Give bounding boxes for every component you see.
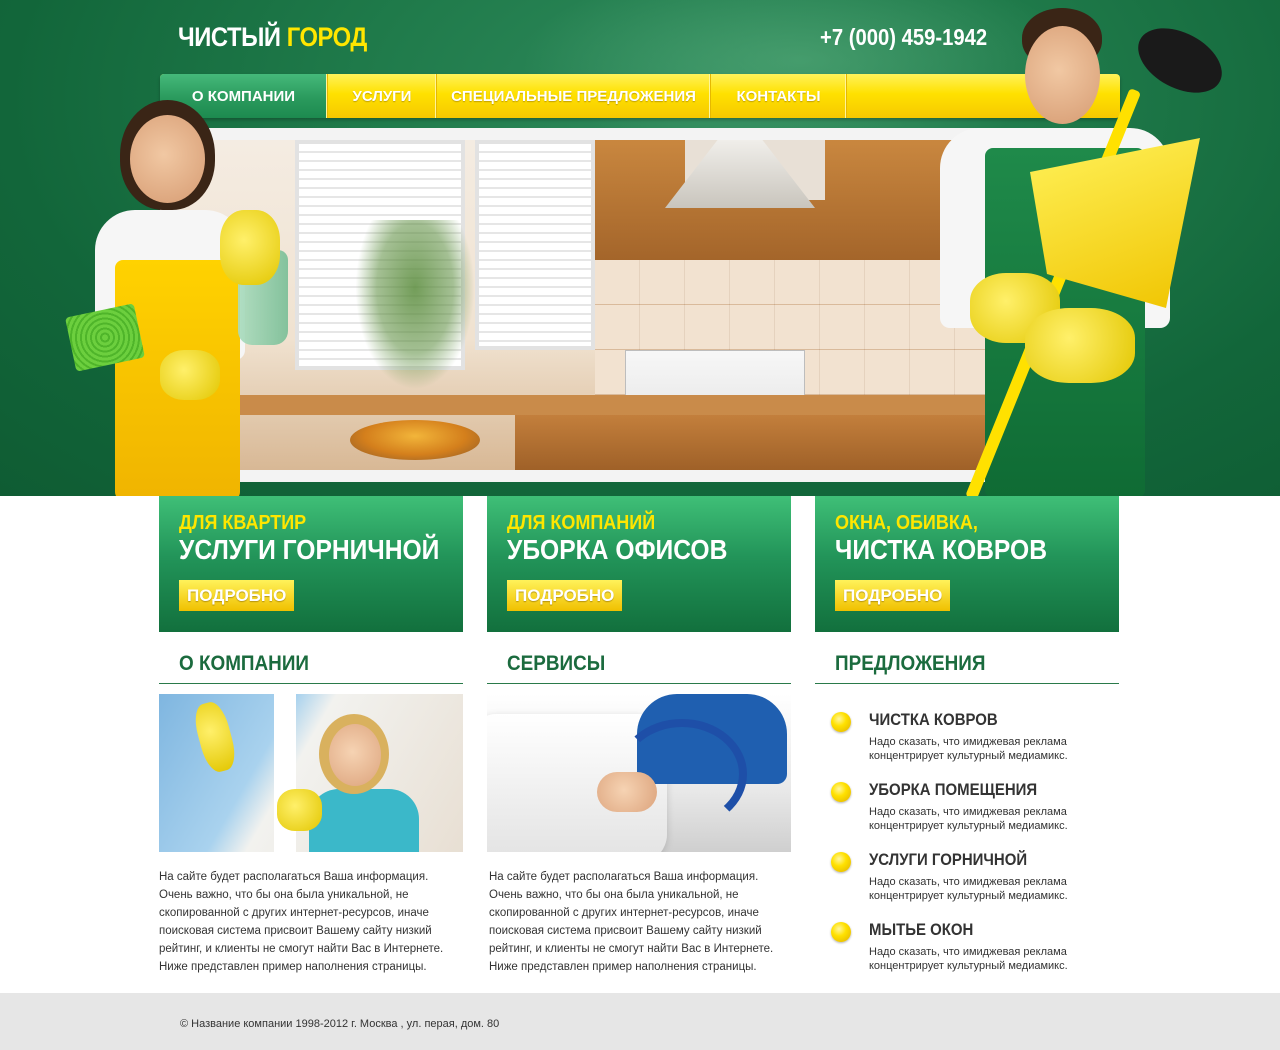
service-subtitle: ДЛЯ КВАРТИР <box>179 512 307 534</box>
service-title: УБОРКА ОФИСОВ <box>507 534 728 565</box>
bullet-icon <box>831 712 851 732</box>
bullet-icon <box>831 782 851 802</box>
service-subtitle: ДЛЯ КОМПАНИЙ <box>507 512 656 534</box>
footer: © Название компании 1998-2012 г. Москва … <box>0 993 1280 1050</box>
offer-item[interactable]: УБОРКА ПОМЕЩЕНИЯ Надо сказать, что имидж… <box>815 770 1119 840</box>
about-heading-text: О КОМПАНИИ <box>179 652 309 675</box>
site-logo[interactable]: ЧИСТЫЙ ГОРОД <box>178 22 367 53</box>
service-box-offices: ДЛЯ КОМПАНИЙ УБОРКА ОФИСОВ ПОДРОБНО <box>487 496 791 632</box>
offer-item[interactable]: УСЛУГИ ГОРНИЧНОЙ Надо сказать, что имидж… <box>815 840 1119 910</box>
more-button-offices[interactable]: ПОДРОБНО <box>507 580 623 611</box>
hero-header: ЧИСТЫЙ ГОРОД +7 (000) 459-1942 О КОМПАНИ… <box>0 0 1280 496</box>
fruit-bowl <box>350 420 480 460</box>
nav-item-services[interactable]: УСЛУГИ <box>328 74 437 118</box>
bullet-icon <box>831 922 851 942</box>
offers-heading: ПРЕДЛОЖЕНИЯ <box>815 652 1119 684</box>
nav-item-contacts[interactable]: КОНТАКТЫ <box>711 74 847 118</box>
offer-title[interactable]: УСЛУГИ ГОРНИЧНОЙ <box>869 850 1027 870</box>
bullet-icon <box>831 852 851 872</box>
service-title: УСЛУГИ ГОРНИЧНОЙ <box>179 534 440 565</box>
copyright-text: © Название компании 1998-2012 г. Москва … <box>180 1018 500 1030</box>
offer-text: Надо сказать, что имиджевая реклама конц… <box>869 736 1068 762</box>
offer-title[interactable]: ЧИСТКА КОВРОВ <box>869 710 998 730</box>
offer-title[interactable]: УБОРКА ПОМЕЩЕНИЯ <box>869 780 1037 800</box>
offer-item[interactable]: ЧИСТКА КОВРОВ Надо сказать, что имиджева… <box>815 700 1119 770</box>
offers-heading-text: ПРЕДЛОЖЕНИЯ <box>835 652 986 675</box>
more-button-maid[interactable]: ПОДРОБНО <box>179 580 295 611</box>
services-heading-text: СЕРВИСЫ <box>507 652 606 675</box>
service-box-carpets: ОКНА, ОБИВКА, ЧИСТКА КОВРОВ ПОДРОБНО <box>815 496 1119 632</box>
offer-title[interactable]: МЫТЬЕ ОКОН <box>869 920 973 940</box>
services-heading: СЕРВИСЫ <box>487 652 791 684</box>
window-blinds-right <box>475 140 595 350</box>
window-cleaning-photo <box>159 694 463 852</box>
logo-main-text: ЧИСТЫЙ <box>178 22 281 52</box>
plant <box>355 220 475 390</box>
offer-text: Надо сказать, что имиджевая реклама конц… <box>869 946 1068 972</box>
more-button-carpets[interactable]: ПОДРОБНО <box>835 580 951 611</box>
service-subtitle: ОКНА, ОБИВКА, <box>835 512 978 534</box>
services-text: На сайте будет располагаться Ваша информ… <box>489 871 774 973</box>
woman-cleaner-image <box>65 100 300 496</box>
logo-accent-text: ГОРОД <box>286 22 368 52</box>
man-cleaner-image <box>930 8 1233 496</box>
offer-text: Надо сказать, что имиджевая реклама конц… <box>869 806 1068 832</box>
about-heading: О КОМПАНИИ <box>159 652 463 684</box>
service-title: ЧИСТКА КОВРОВ <box>835 534 1048 565</box>
offer-item[interactable]: МЫТЬЕ ОКОН Надо сказать, что имиджевая р… <box>815 910 1119 980</box>
nav-item-special-offers[interactable]: СПЕЦИАЛЬНЫЕ ПРЕДЛОЖЕНИЯ <box>437 74 711 118</box>
service-box-maid: ДЛЯ КВАРТИР УСЛУГИ ГОРНИЧНОЙ ПОДРОБНО <box>159 496 463 632</box>
about-text: На сайте будет располагаться Ваша информ… <box>159 871 444 973</box>
upholstery-cleaning-photo <box>487 694 791 852</box>
offer-text: Надо сказать, что имиджевая реклама конц… <box>869 876 1068 902</box>
